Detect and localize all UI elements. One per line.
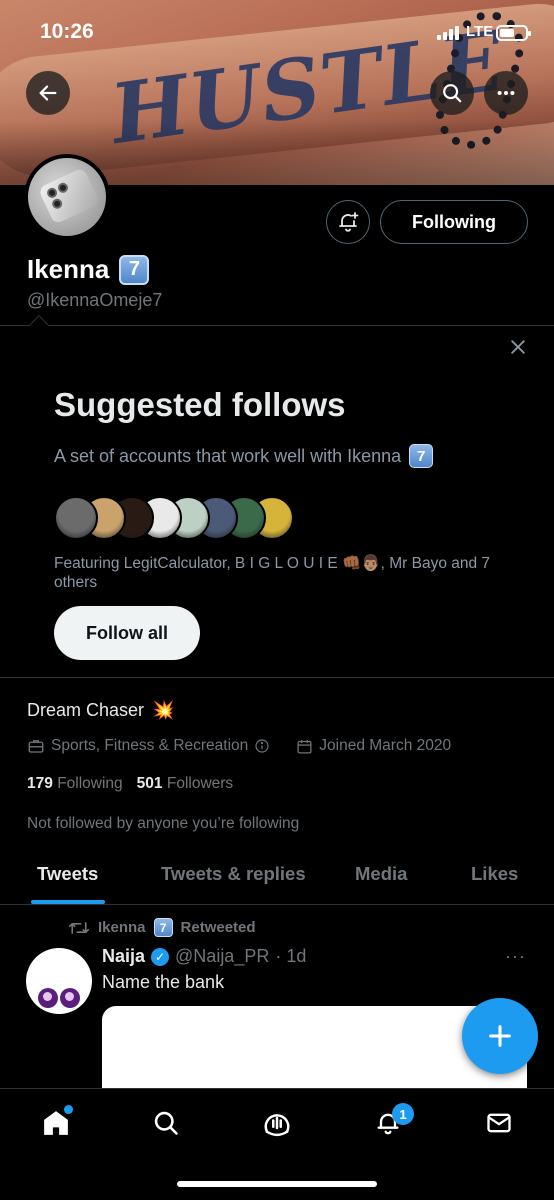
profile-avatar[interactable] xyxy=(24,154,110,240)
followers-label: Followers xyxy=(166,775,234,792)
info-icon[interactable] xyxy=(254,738,270,754)
tweet-time: · 1d xyxy=(275,946,307,966)
profile-name-text: Ikenna xyxy=(27,254,110,284)
description-text: A set of accounts that work well with Ik… xyxy=(54,445,402,466)
bell-plus-icon xyxy=(339,212,359,232)
following-count-link[interactable]: 179 Following xyxy=(27,775,123,793)
tab-likes[interactable]: Likes xyxy=(471,863,518,885)
nav-spaces[interactable] xyxy=(257,1103,297,1143)
nav-messages[interactable] xyxy=(479,1103,519,1143)
tweet-author-handle[interactable]: @Naija_PR xyxy=(175,946,269,967)
featuring-text: Featuring LegitCalculator, B I G L O U I… xyxy=(54,555,491,591)
back-button[interactable] xyxy=(26,71,70,115)
envelope-icon xyxy=(487,1113,511,1133)
nav-search[interactable] xyxy=(146,1103,186,1143)
bio-text: Dream Chaser xyxy=(27,700,145,720)
signal-icon xyxy=(437,26,459,40)
retweet-icon xyxy=(68,921,90,934)
suggested-follows-card: Suggested follows A set of accounts that… xyxy=(0,315,554,677)
joined-date: Joined March 2020 xyxy=(319,737,452,754)
battery-icon xyxy=(496,25,531,41)
following-label: Following xyxy=(57,775,123,792)
profile-bio: Dream Chaser 💥 xyxy=(27,700,174,721)
keycap-seven-emoji: 7 xyxy=(409,444,434,468)
tweet-header: Naija ✓ @Naija_PR · 1d xyxy=(102,946,306,967)
status-time: 10:26 xyxy=(40,20,94,43)
tab-tweets-and-replies[interactable]: Tweets & replies xyxy=(161,863,306,885)
more-options-button[interactable] xyxy=(484,71,528,115)
suggested-follows-description: A set of accounts that work well with Ik… xyxy=(54,444,434,468)
close-suggestions-button[interactable] xyxy=(508,336,528,364)
suggested-account-avatar[interactable] xyxy=(54,496,98,540)
verified-badge-icon: ✓ xyxy=(151,947,170,966)
card-divider xyxy=(0,677,554,678)
more-dots-icon xyxy=(497,90,515,96)
notifications-bell-button[interactable] xyxy=(326,200,370,244)
keycap-seven-emoji: 7 xyxy=(119,254,150,285)
retweeted-by[interactable]: Ikenna xyxy=(98,919,146,936)
nav-home[interactable] xyxy=(36,1103,76,1143)
follow-all-button[interactable]: Follow all xyxy=(54,606,200,660)
profile-name: Ikenna 7 xyxy=(27,254,150,285)
notifications-badge: 1 xyxy=(392,1103,414,1125)
profile-meta: Sports, Fitness & Recreation Joined Marc… xyxy=(27,737,451,755)
search-button[interactable] xyxy=(430,71,474,115)
compose-tweet-button[interactable] xyxy=(462,998,538,1074)
home-indicator[interactable] xyxy=(177,1181,377,1187)
retweet-context: Ikenna 7 Retweeted xyxy=(68,918,256,937)
keycap-seven-emoji: 7 xyxy=(153,918,173,937)
follow-counts: 179 Following 501 Followers xyxy=(27,775,233,793)
tweet-text: Name the bank xyxy=(102,972,225,992)
tab-media[interactable]: Media xyxy=(355,863,407,885)
briefcase-icon xyxy=(28,740,44,753)
avatar-phone-image xyxy=(37,167,101,225)
tab-tweets[interactable]: Tweets xyxy=(37,863,98,885)
card-pointer xyxy=(29,315,49,335)
close-icon xyxy=(511,340,525,354)
tweet-author-avatar[interactable] xyxy=(26,948,92,1014)
network-type: LTE xyxy=(466,23,494,40)
collision-emoji: 💥 xyxy=(152,700,175,720)
suggested-avatars[interactable] xyxy=(54,496,314,540)
tweet-author-name[interactable]: Naija xyxy=(102,946,145,967)
status-bar: 10:26 LTE xyxy=(0,18,554,50)
suggested-follows-title: Suggested follows xyxy=(54,386,346,423)
search-icon xyxy=(154,1111,178,1135)
followers-count: 501 xyxy=(136,775,163,792)
home-new-dot xyxy=(64,1105,73,1114)
calendar-icon xyxy=(297,739,312,754)
search-icon xyxy=(443,84,462,103)
active-tab-indicator xyxy=(31,900,105,904)
tweet-more-button[interactable]: ··· xyxy=(505,946,526,967)
profile-handle: @IkennaOmeje7 xyxy=(27,290,163,310)
nav-notifications[interactable]: 1 xyxy=(368,1103,414,1143)
back-arrow-icon xyxy=(39,85,57,101)
followers-count-link[interactable]: 501 Followers xyxy=(137,775,234,793)
profile-category: Sports, Fitness & Recreation xyxy=(51,737,249,754)
profile-tabs: Tweets Tweets & replies Media Likes xyxy=(0,855,554,905)
spaces-icon xyxy=(264,1114,290,1137)
plus-icon xyxy=(489,1025,511,1047)
retweeted-label: Retweeted xyxy=(180,919,256,936)
following-button[interactable]: Following xyxy=(380,200,528,244)
following-count: 179 xyxy=(27,775,53,792)
not-followed-notice: Not followed by anyone you’re following xyxy=(27,815,300,832)
